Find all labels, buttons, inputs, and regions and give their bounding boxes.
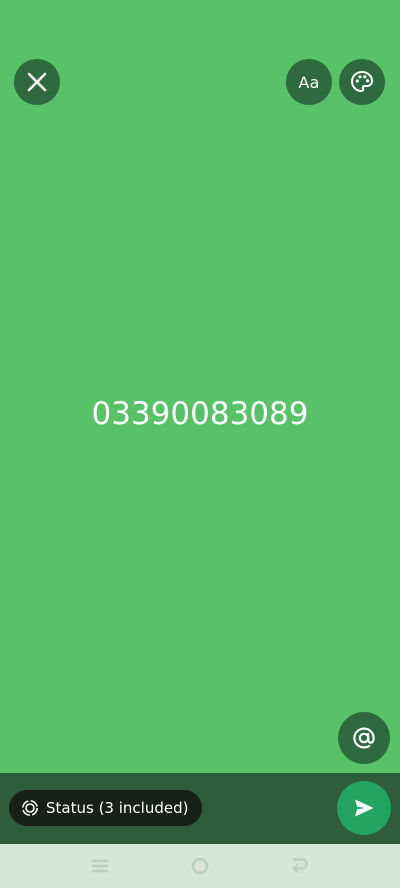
text-status-editor: Aa 03390083089 Status (3 included) [0, 0, 400, 888]
back-icon [292, 858, 308, 873]
menu-icon [91, 859, 109, 873]
recent-apps-button[interactable] [88, 854, 112, 878]
system-navigation-bar [0, 844, 400, 888]
status-audience-button[interactable]: Status (3 included) [9, 790, 203, 826]
font-button[interactable]: Aa [286, 59, 332, 105]
font-button-label: Aa [298, 72, 320, 92]
status-audience-label: Status (3 included) [46, 799, 189, 817]
back-button[interactable] [287, 854, 311, 878]
send-button[interactable] [337, 781, 391, 835]
at-icon [353, 727, 375, 749]
status-icon [22, 800, 38, 816]
mention-button[interactable] [338, 712, 390, 764]
send-icon [355, 799, 374, 817]
home-button[interactable] [188, 854, 212, 878]
bottom-bar: Status (3 included) [0, 773, 400, 844]
close-icon [27, 72, 47, 92]
color-button[interactable] [339, 59, 385, 105]
palette-icon [350, 70, 374, 93]
home-icon [191, 857, 209, 875]
status-text[interactable]: 03390083089 [0, 392, 400, 436]
close-button[interactable] [14, 59, 60, 105]
